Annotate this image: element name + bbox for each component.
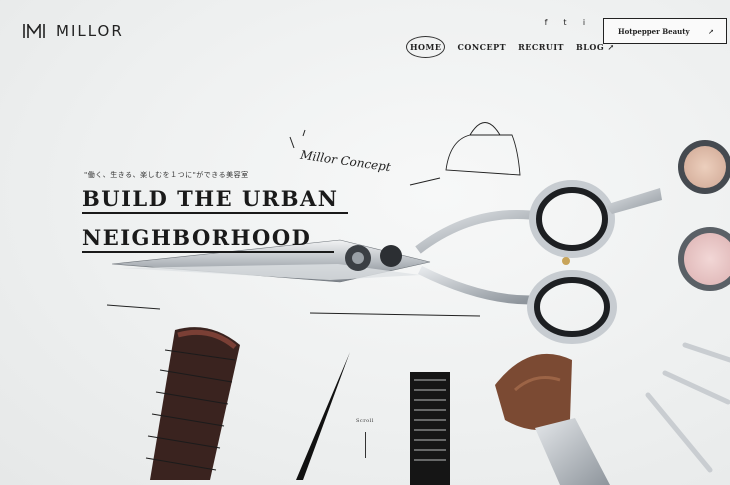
facebook-icon[interactable]: f bbox=[541, 18, 551, 27]
hero-headline-line1: BUILD THE URBAN bbox=[82, 186, 339, 211]
main-nav: HOME CONCEPT RECRUIT BLOG ↗ bbox=[406, 36, 615, 58]
scroll-label[interactable]: Scroll bbox=[356, 418, 374, 424]
headline-underline-2 bbox=[82, 251, 334, 253]
hair-clips bbox=[645, 342, 730, 473]
compact-powder bbox=[678, 140, 730, 291]
nav-home[interactable]: HOME bbox=[406, 36, 446, 58]
nav-concept[interactable]: CONCEPT bbox=[457, 42, 506, 52]
headline-underline-1 bbox=[82, 212, 348, 214]
hero-headline-line2: NEIGHBORHOOD bbox=[82, 225, 312, 250]
instagram-icon[interactable]: i bbox=[579, 18, 589, 27]
makeup-brush bbox=[495, 353, 610, 485]
scroll-indicator bbox=[365, 432, 366, 458]
social-links: f t i bbox=[541, 18, 589, 27]
hero-tagline: "働く、生きる、楽しむを１つに"ができる美容室 bbox=[84, 171, 249, 179]
hotpepper-label: Hotpepper Beauty bbox=[618, 26, 690, 36]
twitter-icon[interactable]: t bbox=[560, 18, 570, 27]
hotpepper-beauty-button[interactable]: Hotpepper Beauty ↗ bbox=[603, 18, 727, 44]
brush-and-comb bbox=[145, 327, 450, 485]
nav-recruit[interactable]: RECRUIT bbox=[518, 42, 564, 52]
external-link-icon: ↗ bbox=[708, 26, 714, 36]
brand-logo[interactable]: MILLOR bbox=[22, 22, 124, 40]
logo-mark-icon bbox=[23, 24, 45, 38]
brand-name: MILLOR bbox=[56, 22, 124, 40]
